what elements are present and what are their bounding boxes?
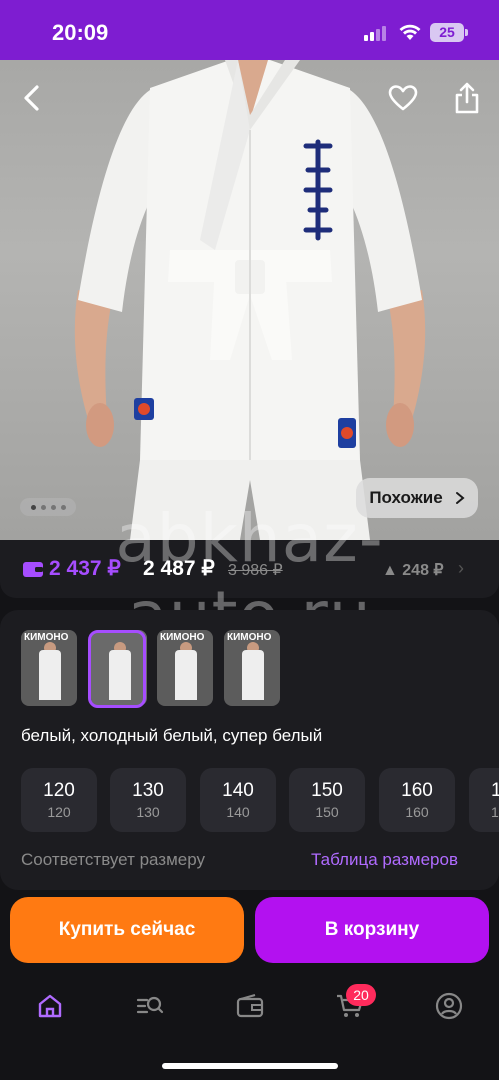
share-button[interactable] [447,78,487,118]
tab-wallet[interactable] [232,988,268,1024]
heart-icon [388,85,418,111]
size-option-unavailable[interactable]: 1 1 [469,768,499,832]
wallet-icon [236,993,264,1018]
size-option[interactable]: 130 130 [110,768,186,832]
thumbnail-title: КИМОНО [160,632,205,643]
signal-icon [364,25,390,41]
buy-now-button[interactable]: Купить сейчас [10,897,244,963]
size-option[interactable]: 140 140 [200,768,276,832]
product-image[interactable]: Похожие [0,60,499,540]
variant-thumbnail[interactable]: КИМОНО [21,630,77,706]
cart-count-badge: 20 [346,984,376,1006]
fit-text: Соответствует размеру [21,850,205,869]
status-time: 20:09 [52,20,109,45]
tab-catalog[interactable] [132,988,168,1024]
size-option[interactable]: 120 120 [21,768,97,832]
variant-thumbnail[interactable]: КИМОНО [157,630,213,706]
battery-tip [465,29,468,36]
favorite-button[interactable] [383,78,423,118]
tab-home[interactable] [32,988,68,1024]
variant-thumbnail[interactable]: КИМОНО [224,630,280,706]
chevron-left-icon [24,85,39,111]
add-to-cart-button[interactable]: В корзину [255,897,489,963]
kimono-illustration [74,60,426,540]
tab-profile[interactable] [431,988,467,1024]
status-bar: 20:09 25 [0,0,499,60]
thumbnail-title: КИМОНО [227,632,272,643]
profile-icon [435,992,463,1020]
catalog-search-icon [136,996,164,1014]
home-indicator[interactable] [162,1063,338,1069]
thumbnail-title: КИМОНО [24,632,69,643]
share-icon [455,82,479,114]
size-table-link[interactable]: Таблица размеров [311,850,458,870]
selected-variant-outline [88,630,146,708]
home-icon [38,994,62,1018]
battery-icon: 25 [430,23,464,42]
variants-card: КИМОНО КИМОНО КИМОНО белый, холодный бел… [0,610,499,890]
wifi-icon [399,24,421,40]
size-option[interactable]: 150 150 [289,768,365,832]
back-button[interactable] [12,78,52,118]
color-options-text: белый, холодный белый, супер белый [21,726,323,745]
size-option[interactable]: 160 160 [379,768,455,832]
